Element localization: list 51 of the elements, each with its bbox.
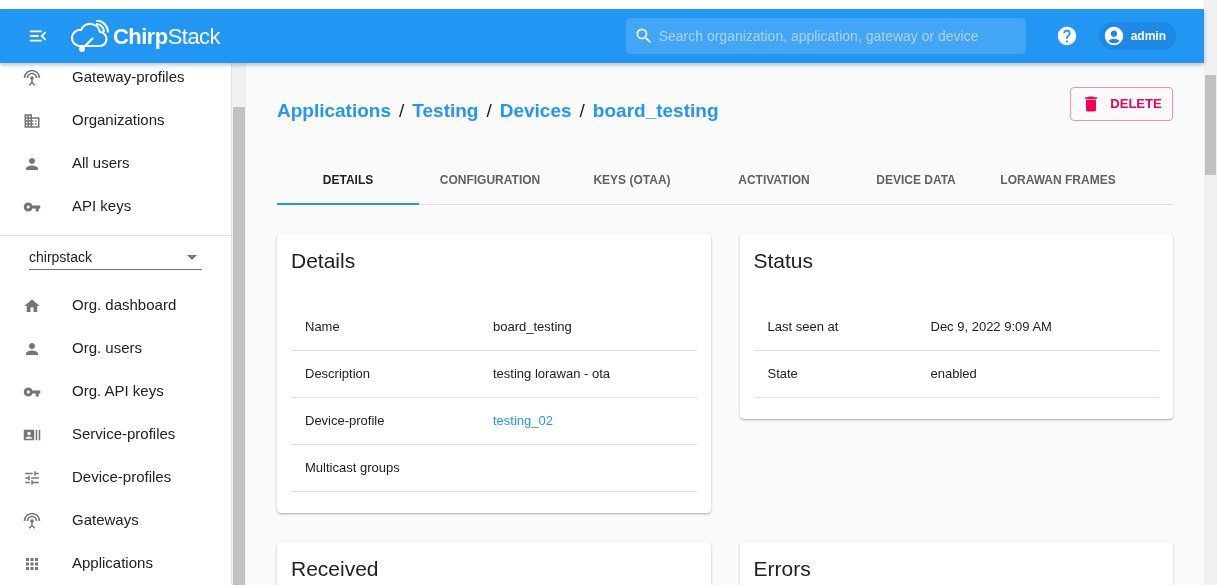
field-label: Name	[304, 317, 341, 336]
tab[interactable]: DEVICE DATA	[845, 156, 987, 205]
antenna-icon	[23, 511, 41, 530]
page-scrollbar[interactable]	[1204, 0, 1217, 585]
sidebar-item[interactable]: Gateway-profiles	[0, 63, 231, 99]
card-title: Errors	[753, 555, 812, 582]
tab[interactable]: LORAWAN FRAMES	[987, 156, 1129, 205]
sidebar-item[interactable]: Applications	[0, 542, 231, 585]
cloud-logo-icon	[69, 20, 109, 52]
tab[interactable]: KEYS (OTAA)	[561, 156, 703, 205]
tab[interactable]: DETAILS	[277, 156, 419, 205]
field-label: Multicast groups	[304, 458, 401, 477]
sidebar-item[interactable]: All users	[0, 142, 231, 185]
sidebar-item[interactable]: Org. dashboard	[0, 284, 231, 327]
building-icon	[23, 111, 41, 130]
sliders-icon	[23, 468, 41, 487]
scrollbar-thumb[interactable]	[233, 107, 245, 585]
scrollbar-thumb[interactable]	[1205, 75, 1216, 175]
search-field[interactable]: Search organization, application, gateway or device	[625, 18, 1026, 54]
card-title: Received	[291, 555, 380, 582]
field-value: Dec 9, 2022 9:09 AM	[930, 317, 1052, 336]
field-value: board_testing	[493, 317, 572, 336]
delete-button[interactable]: DELETE	[1070, 87, 1173, 121]
sidebar-scrollbar[interactable]	[232, 63, 246, 585]
sidebar-item[interactable]: Gateways	[0, 499, 231, 542]
field-label: Last seen at	[766, 317, 840, 336]
organization-select[interactable]: chirpstack	[29, 246, 202, 270]
antenna-icon	[23, 68, 41, 87]
breadcrumb-separator: /	[399, 99, 405, 123]
field-value: testing lorawan - ota	[493, 364, 611, 383]
breadcrumb-separator: /	[579, 99, 585, 123]
logo-text: ChirpStack	[113, 22, 220, 51]
field-label: Description	[304, 364, 372, 383]
sidebar-item[interactable]: API keys	[0, 185, 231, 228]
field-label: State	[766, 364, 799, 383]
sidebar-item[interactable]: Device-profiles	[0, 456, 231, 499]
field-label: Device-profile	[304, 411, 386, 430]
account-icon	[1102, 25, 1125, 47]
card-title: Details	[291, 247, 357, 274]
tab[interactable]: ACTIVATION	[703, 156, 845, 205]
user-button[interactable]: admin	[1098, 22, 1176, 50]
tab[interactable]: CONFIGURATION	[419, 156, 561, 205]
field-value: enabled	[930, 364, 977, 383]
sidebar-item[interactable]: Org. users	[0, 327, 231, 370]
sidebar-item[interactable]: Org. API keys	[0, 370, 231, 413]
breadcrumb-separator: /	[486, 99, 492, 123]
sidebar-item[interactable]: Service-profiles	[0, 413, 231, 456]
sidebar-item[interactable]: Organizations	[0, 99, 231, 142]
help-icon[interactable]	[1055, 25, 1078, 47]
dropdown-arrow-icon	[187, 255, 197, 260]
card-title: Status	[753, 247, 815, 274]
